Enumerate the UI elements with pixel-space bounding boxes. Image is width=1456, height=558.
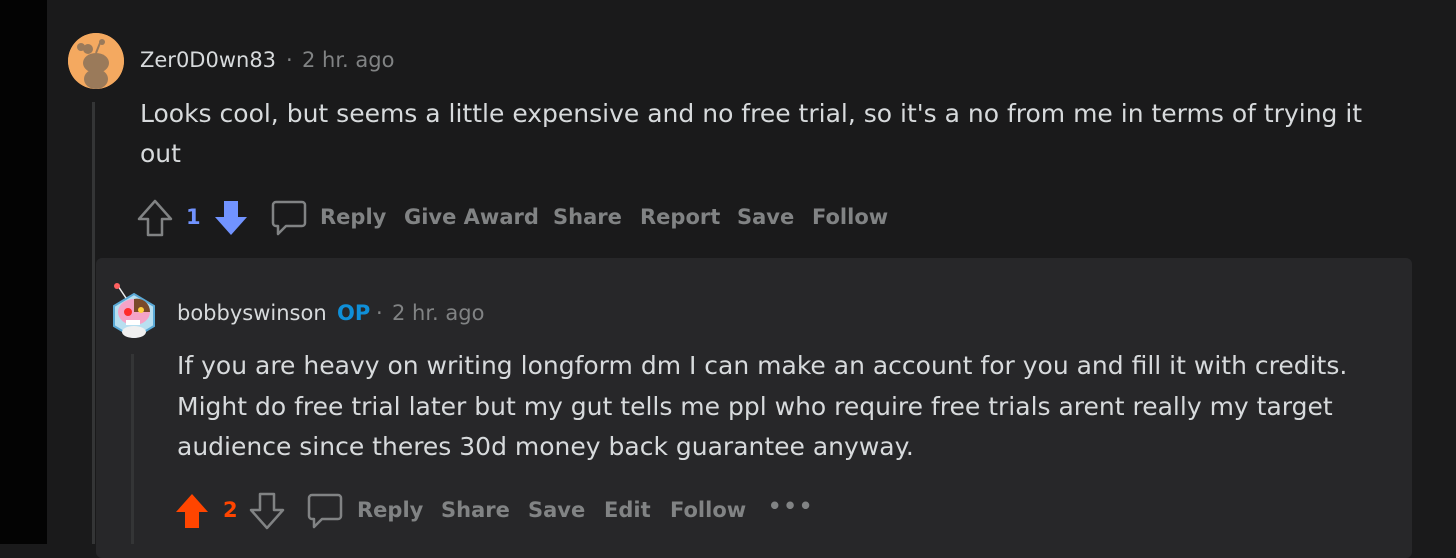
avatar[interactable]	[68, 33, 124, 89]
thread-line[interactable]	[131, 354, 134, 544]
op-badge: OP	[337, 301, 371, 325]
follow-button[interactable]: Follow	[812, 205, 888, 229]
save-button[interactable]: Save	[737, 205, 794, 229]
give-award-button[interactable]: Give Award	[404, 205, 539, 229]
comment-body-line: audience since theres 30d money back gua…	[177, 432, 914, 461]
meta-separator: ·	[286, 48, 293, 72]
share-button[interactable]: Share	[553, 205, 622, 229]
comment-body-line: If you are heavy on writing longform dm …	[177, 351, 1348, 380]
edit-button[interactable]: Edit	[604, 498, 651, 522]
follow-button[interactable]: Follow	[670, 498, 746, 522]
save-button[interactable]: Save	[528, 498, 585, 522]
downvote-outline-icon[interactable]	[248, 491, 286, 531]
share-button[interactable]: Share	[441, 498, 510, 522]
left-page-margin	[0, 0, 47, 544]
comment-body-line: Might do free trial later but my gut tel…	[177, 392, 1333, 421]
comment-bubble-icon[interactable]	[270, 199, 308, 237]
report-button[interactable]: Report	[640, 205, 720, 229]
upvote-outline-icon[interactable]	[136, 198, 174, 238]
avatar[interactable]	[108, 282, 160, 338]
downvote-filled-icon[interactable]	[212, 198, 250, 238]
comment-author[interactable]: Zer0D0wn83	[140, 48, 276, 72]
comment-body-line: out	[140, 139, 181, 168]
comment-timestamp[interactable]: 2 hr. ago	[302, 48, 394, 72]
comment-body-line: Looks cool, but seems a little expensive…	[140, 99, 1363, 128]
thread-line[interactable]	[92, 102, 95, 544]
snoo-avatar-icon	[68, 33, 124, 89]
meta-separator: ·	[376, 301, 383, 325]
upvote-filled-icon[interactable]	[173, 491, 211, 531]
reply-button[interactable]: Reply	[320, 205, 386, 229]
snoo-avatar-icon	[113, 283, 155, 338]
comment-timestamp[interactable]: 2 hr. ago	[392, 301, 484, 325]
vote-count: 1	[186, 205, 201, 229]
vote-count: 2	[223, 498, 238, 522]
more-options-icon[interactable]: •••	[768, 494, 814, 518]
reply-button[interactable]: Reply	[357, 498, 423, 522]
comment-bubble-icon[interactable]	[306, 492, 344, 530]
comment-author[interactable]: bobbyswinson	[177, 301, 327, 325]
